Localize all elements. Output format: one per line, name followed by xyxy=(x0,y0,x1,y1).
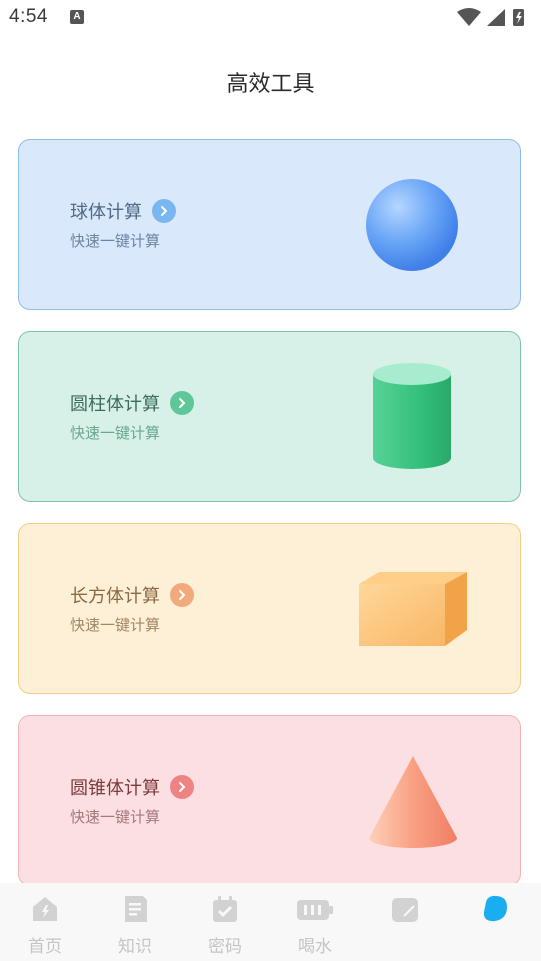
chevron-right-icon xyxy=(170,775,194,799)
tab-label: 知识 xyxy=(118,937,152,957)
card-title-row: 长方体计算 xyxy=(70,582,194,608)
document-icon xyxy=(125,896,147,922)
home-icon xyxy=(33,897,57,921)
tab-label: 首页 xyxy=(28,937,62,957)
bottom-tab-bar: 首页 知识 密码 喝水 xyxy=(0,883,541,961)
page-title: 高效工具 xyxy=(226,72,315,97)
tab-knowledge[interactable]: 知识 xyxy=(90,883,180,961)
signal-icon xyxy=(487,9,505,26)
tab-fifth[interactable] xyxy=(360,883,450,961)
card-title: 圆锥体计算 xyxy=(70,778,160,799)
card-subtitle: 快速一键计算 xyxy=(70,808,161,826)
notification-a-icon: A xyxy=(70,10,84,24)
status-time: 4:54 xyxy=(9,6,48,27)
tab-home[interactable]: 首页 xyxy=(0,883,90,961)
tab-water[interactable]: 喝水 xyxy=(270,883,360,961)
card-title: 圆柱体计算 xyxy=(70,394,160,415)
chevron-right-icon xyxy=(152,199,176,223)
cuboid-icon xyxy=(359,572,467,646)
status-icons xyxy=(457,8,524,26)
chevron-right-icon xyxy=(170,583,194,607)
card-title-row: 球体计算 xyxy=(70,198,176,224)
tab-label: 喝水 xyxy=(298,937,332,957)
card-title-row: 圆锥体计算 xyxy=(70,774,194,800)
note-icon xyxy=(392,898,418,922)
tab-active[interactable] xyxy=(450,883,540,961)
tab-label: 密码 xyxy=(208,937,242,957)
cone-icon xyxy=(369,756,457,848)
card-subtitle: 快速一键计算 xyxy=(70,232,161,250)
tab-password[interactable]: 密码 xyxy=(180,883,270,961)
sphere-calc-card[interactable]: 球体计算 快速一键计算 xyxy=(18,139,521,310)
calendar-check-icon xyxy=(213,896,237,922)
card-subtitle: 快速一键计算 xyxy=(70,424,161,442)
cylinder-calc-card[interactable]: 圆柱体计算 快速一键计算 xyxy=(18,331,521,502)
card-subtitle: 快速一键计算 xyxy=(70,616,161,634)
cuboid-calc-card[interactable]: 长方体计算 快速一键计算 xyxy=(18,523,521,694)
card-title: 球体计算 xyxy=(70,202,142,223)
cylinder-icon xyxy=(373,363,451,469)
battery-icon xyxy=(297,900,333,920)
card-title: 长方体计算 xyxy=(70,586,160,607)
status-bar: 4:54 A xyxy=(0,0,541,36)
card-title-row: 圆柱体计算 xyxy=(70,390,194,416)
wifi-icon xyxy=(457,8,481,26)
active-blob-icon xyxy=(483,895,507,922)
chevron-right-icon xyxy=(170,391,194,415)
cone-calc-card[interactable]: 圆锥体计算 快速一键计算 xyxy=(18,715,521,886)
sphere-icon xyxy=(366,179,458,271)
